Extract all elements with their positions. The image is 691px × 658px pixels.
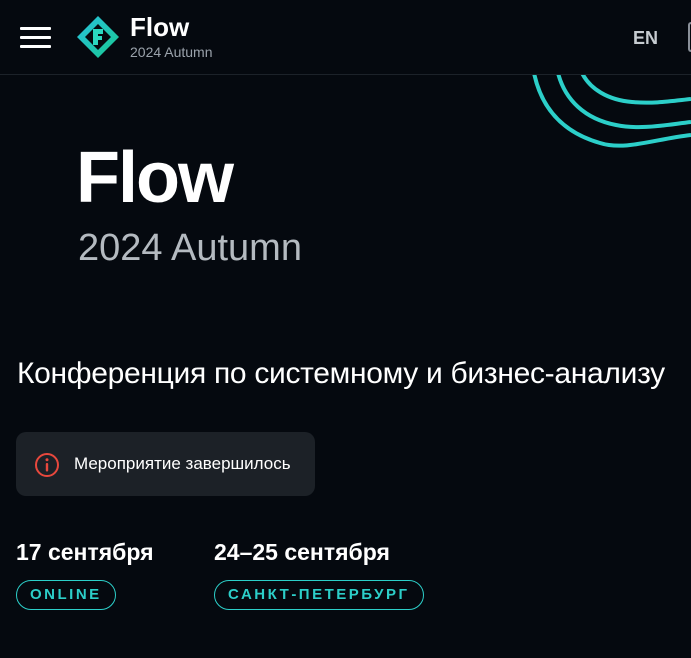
language-switch-button[interactable]: EN — [633, 28, 658, 48]
menu-line — [20, 27, 51, 30]
menu-button[interactable] — [20, 26, 52, 50]
event-date: 24–25 сентября — [214, 539, 390, 565]
event-online: 17 сентября ONLINE — [16, 538, 154, 610]
brand-subtitle: 2024 Autumn — [130, 44, 213, 60]
page: Flow 2024 Autumn EN Flow 2024 Autumn Кон… — [0, 0, 691, 658]
online-badge[interactable]: ONLINE — [16, 580, 116, 610]
notice-text: Мероприятие завершилось — [74, 454, 291, 473]
info-icon — [35, 453, 59, 477]
menu-line — [20, 36, 51, 39]
decorative-waves — [532, 75, 691, 148]
conference-tagline: Конференция по системному и бизнес-анали… — [17, 357, 665, 390]
event-date: 17 сентября — [16, 539, 154, 565]
flow-logo-icon[interactable] — [76, 15, 120, 59]
city-badge[interactable]: САНКТ-ПЕТЕРБУРГ — [214, 580, 424, 610]
site-header: Flow 2024 Autumn EN — [0, 0, 691, 75]
menu-line — [20, 45, 51, 48]
event-ended-notice: Мероприятие завершилось — [16, 432, 315, 496]
event-spb: 24–25 сентября САНКТ-ПЕТЕРБУРГ — [214, 538, 424, 610]
hero-subtitle: 2024 Autumn — [78, 227, 302, 269]
brand-title: Flow — [130, 12, 190, 42]
hero-title: Flow — [76, 138, 234, 218]
